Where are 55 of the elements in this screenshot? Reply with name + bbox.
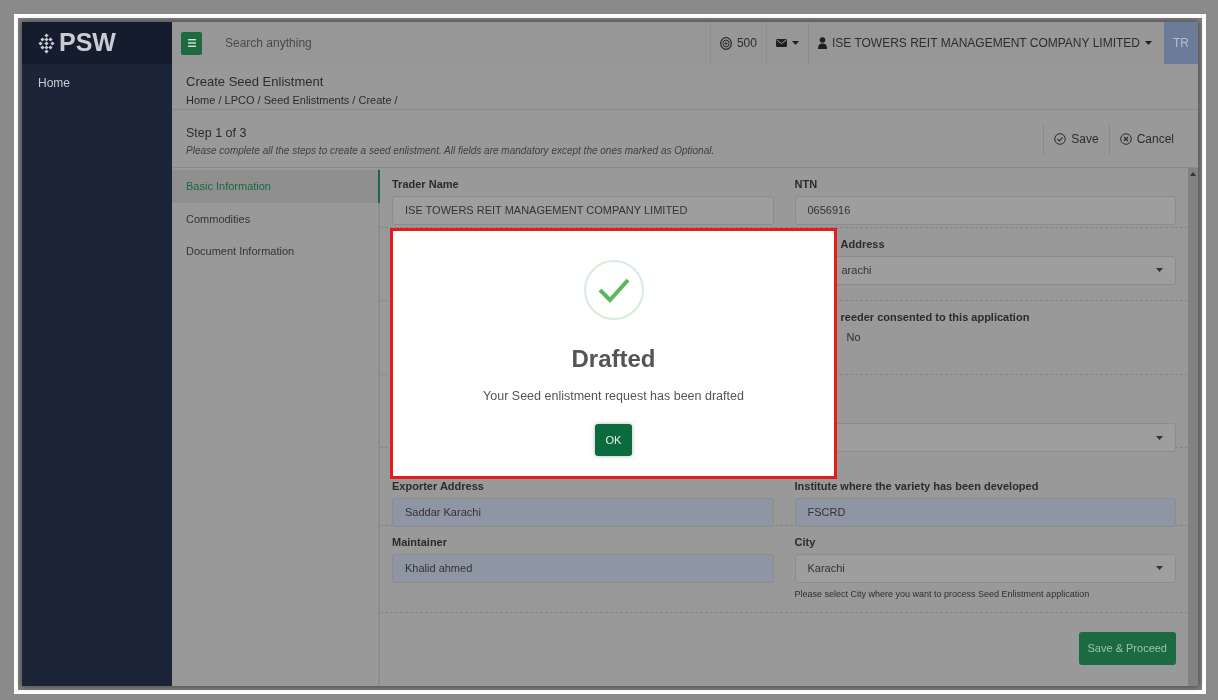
page-title: Create Seed Enlistment [186,73,325,91]
dialog-title: Drafted [571,344,656,374]
step-tab[interactable]: Document Information [172,235,378,268]
help-text: Please select City where you want to process Seed Enlistment application [794,587,1091,601]
field-label: Trader Name [392,177,460,192]
breadcrumb-link[interactable]: Create [358,93,392,106]
sidebar-item[interactable]: Home [22,64,172,102]
caret-icon [791,41,799,45]
breadcrumb-link[interactable]: Seed Enlistments [263,93,350,106]
check-circle-icon [1054,133,1067,145]
text-field[interactable]: FSCRD [794,497,1176,527]
breadcrumb-separator: / [394,93,398,106]
success-check-icon [582,259,645,321]
menu-button[interactable] [181,31,202,55]
text-field[interactable]: Khalid ahmed [392,553,774,583]
diamond-dots-icon [38,32,55,54]
breadcrumb-link[interactable]: Home [186,93,216,106]
user-icon [817,37,827,49]
logo-text: PSW [59,27,116,59]
ok-button[interactable]: OK [595,423,632,456]
search-field[interactable]: Search anything [223,33,623,53]
caret-icon [1156,268,1163,272]
envelope-icon [775,39,787,47]
scrollbar[interactable] [1188,168,1198,686]
breadcrumb-separator: / [257,93,261,106]
step-title: Step 1 of 3 [186,125,248,142]
field-label: Exporter Address [392,479,485,494]
text-field[interactable]: Saddar Karachi [392,497,774,527]
menu-icon [187,39,196,47]
breadcrumb-separator: / [352,93,356,106]
user-name: ISE TOWERS REIT MANAGEMENT COMPANY LIMITED [831,35,1140,52]
dropdown-value: Karachi [807,560,845,576]
caret-icon [1145,41,1152,45]
field-label: City [794,535,817,550]
field-label: Address [839,237,886,252]
close-circle-icon [1119,133,1132,145]
breadcrumb-link[interactable]: LPCO [224,93,255,106]
coin-count: 500 [736,35,757,52]
breadcrumb-separator: / [218,93,222,106]
step-description: Please complete all the steps to create a seed enlistment. All fields are mandatory except the ones marked as Optional. [186,143,716,158]
step-tab[interactable]: Commodities [172,202,378,235]
cancel-button[interactable]: Cancel [1108,123,1184,155]
field-label: Institute where the variety has been developed [794,479,1040,494]
dropdown-field[interactable]: Karachi [794,553,1176,583]
caret-icon [1156,435,1163,440]
caret-icon [1156,566,1163,570]
dialog-message: Your Seed enlistment request has been drafted [483,388,744,405]
save-proceed-button[interactable]: Save & Proceed [1078,632,1176,665]
save-button[interactable]: Save [1043,123,1109,155]
field-label: reeder consented to this application [839,310,1031,325]
dropdown-value: arachi [840,262,872,278]
scroll-up-icon [1190,172,1196,176]
coin-icon [719,36,732,50]
field-label: Maintainer [392,535,448,550]
field-label: NTN [794,177,819,192]
